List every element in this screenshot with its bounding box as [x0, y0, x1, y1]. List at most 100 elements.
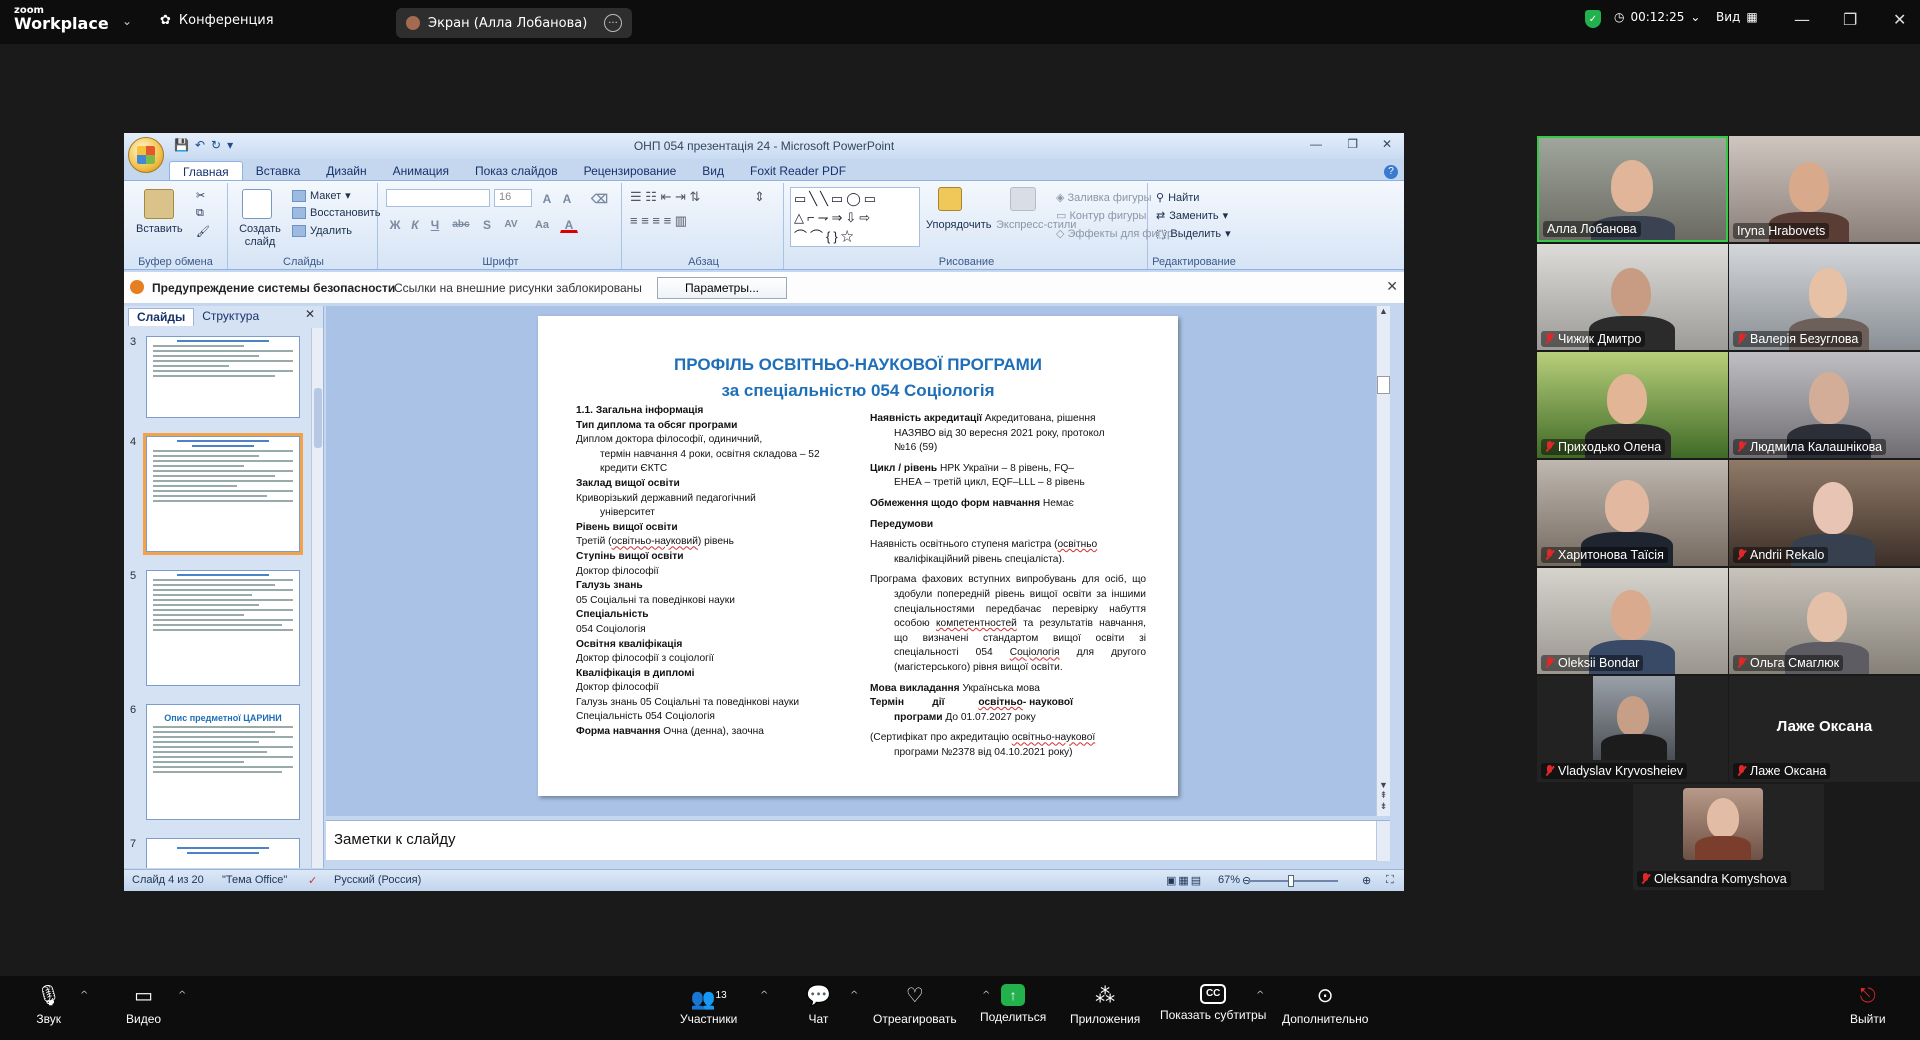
- customize-qat-icon[interactable]: ▾: [227, 138, 233, 152]
- participant-tile[interactable]: Валерія Безуглова: [1729, 244, 1920, 350]
- font-name-box[interactable]: [386, 189, 490, 207]
- select-button[interactable]: ⬚ Выделить ▾: [1156, 227, 1231, 241]
- arrange-button[interactable]: Упорядочить: [926, 219, 991, 231]
- minimize-icon[interactable]: —: [1794, 10, 1810, 29]
- editor-scrollbar[interactable]: ▲ ▼ ⇞ ⇟: [1376, 306, 1390, 816]
- close-pane-icon[interactable]: ✕: [305, 307, 315, 321]
- close-warning-icon[interactable]: ✕: [1386, 278, 1398, 295]
- leave-button[interactable]: ⎋ Выйти: [1850, 984, 1886, 1026]
- ppt-minimize-icon[interactable]: —: [1310, 137, 1322, 151]
- tab-slideshow[interactable]: Показ слайдов: [462, 161, 571, 181]
- office-button[interactable]: [128, 137, 164, 173]
- participant-tile[interactable]: Людмила Калашнікова: [1729, 352, 1920, 458]
- ppt-close-icon[interactable]: ✕: [1382, 137, 1392, 151]
- slide-thumbnail-7[interactable]: [146, 838, 300, 868]
- restore-icon[interactable]: ❐: [1843, 10, 1857, 29]
- share-button[interactable]: ↑ Поделиться: [980, 984, 1046, 1024]
- participant-tile[interactable]: Andrii Rekalo: [1729, 460, 1920, 566]
- participant-tile[interactable]: Oleksandra Komyshova: [1633, 784, 1824, 890]
- copy-icon[interactable]: ⧉: [196, 207, 204, 220]
- slide-thumbnail-5[interactable]: [146, 570, 300, 686]
- spellcheck-icon[interactable]: ✓: [308, 874, 317, 887]
- language[interactable]: Русский (Россия): [334, 874, 421, 886]
- layout-button[interactable]: Макет ▾: [292, 189, 351, 202]
- delete-slide-button[interactable]: Удалить: [292, 225, 352, 237]
- notes-scrollbar[interactable]: [1376, 821, 1390, 861]
- participant-tile[interactable]: Iryna Hrabovets: [1729, 136, 1920, 242]
- find-button[interactable]: ⚲ Найти: [1156, 191, 1199, 205]
- underline-button[interactable]: Ч: [426, 215, 444, 233]
- font-color-button[interactable]: A: [560, 215, 578, 233]
- meeting-timer[interactable]: ◷ 00:12:25 ⌄: [1614, 10, 1700, 24]
- shadow-button[interactable]: S: [478, 215, 496, 233]
- scroll-thumb[interactable]: [314, 388, 322, 448]
- shape-effects-button[interactable]: ◇ Эффекты для фигур: [1056, 227, 1173, 240]
- bold-button[interactable]: Ж: [386, 215, 404, 233]
- spacing-button[interactable]: AV: [498, 215, 524, 233]
- participants-button[interactable]: 👥13 Участники: [680, 984, 737, 1026]
- apps-button[interactable]: ⁂ Приложения: [1070, 984, 1140, 1026]
- participant-tile[interactable]: Лаже Оксана Лаже Оксана: [1729, 676, 1920, 782]
- participant-tile[interactable]: Oleksii Bondar: [1537, 568, 1728, 674]
- notes-pane[interactable]: Заметки к слайду: [326, 820, 1390, 861]
- view-buttons[interactable]: ▣▦▤: [1166, 874, 1203, 887]
- close-icon[interactable]: ✕: [1893, 10, 1906, 29]
- theme-name[interactable]: "Тема Office": [222, 874, 287, 886]
- participant-tile[interactable]: Приходько Олена: [1537, 352, 1728, 458]
- paste-button[interactable]: Вставить: [136, 223, 183, 235]
- text-direction-icon[interactable]: ⇕: [754, 189, 765, 205]
- more-options-icon[interactable]: ···: [604, 14, 622, 32]
- tab-design[interactable]: Дизайн: [313, 161, 379, 181]
- zoom-slider-thumb[interactable]: [1288, 875, 1294, 887]
- encryption-status[interactable]: ✓: [1585, 10, 1601, 28]
- fit-slide-icon[interactable]: ⛶: [1386, 874, 1394, 887]
- slide-thumbnail-4[interactable]: [143, 433, 303, 555]
- format-painter-icon[interactable]: 🖌: [196, 225, 210, 238]
- tab-outline[interactable]: Структура: [194, 308, 267, 326]
- align-icons[interactable]: ≡ ≡ ≡ ≡ ▥: [630, 213, 687, 229]
- ppt-restore-icon[interactable]: ❐: [1347, 137, 1358, 151]
- zoom-in-icon[interactable]: ⊕: [1362, 874, 1371, 887]
- participants-caret[interactable]: ^: [760, 990, 768, 1001]
- clear-format-icon[interactable]: ⌫: [590, 189, 608, 207]
- tab-slides[interactable]: Слайды: [128, 308, 195, 326]
- zoom-level[interactable]: 67%: [1218, 874, 1240, 886]
- cut-icon[interactable]: ✂: [196, 189, 205, 202]
- grow-font-icon[interactable]: A: [538, 189, 556, 207]
- audio-button[interactable]: 🎙 Звук: [36, 984, 61, 1026]
- participant-tile[interactable]: Харитонова Таїсія: [1537, 460, 1728, 566]
- participant-tile[interactable]: Чижик Дмитро: [1537, 244, 1728, 350]
- shape-outline-button[interactable]: ▭ Контур фигуры: [1056, 209, 1156, 222]
- video-button[interactable]: ▭ Видео: [126, 984, 161, 1026]
- options-button[interactable]: Параметры...: [657, 277, 787, 299]
- tab-foxit[interactable]: Foxit Reader PDF: [737, 161, 859, 181]
- tab-home[interactable]: Главная: [169, 161, 243, 181]
- participant-tile[interactable]: Ольга Смаглюк: [1729, 568, 1920, 674]
- undo-icon[interactable]: ↶: [195, 138, 205, 152]
- font-size-box[interactable]: 16: [494, 189, 532, 207]
- thumbs-scrollbar[interactable]: [311, 328, 323, 868]
- participant-tile[interactable]: Vladyslav Kryvosheiev: [1537, 676, 1728, 782]
- chat-caret[interactable]: ^: [850, 990, 858, 1001]
- meeting-info-button[interactable]: ✿ Конференция: [160, 13, 274, 28]
- chevron-down-icon[interactable]: ⌄: [122, 14, 132, 28]
- captions-button[interactable]: CC Показать субтитры: [1160, 984, 1266, 1022]
- audio-options-caret[interactable]: ^: [80, 990, 88, 1001]
- slide-thumbnail-3[interactable]: [146, 336, 300, 418]
- change-case-button[interactable]: Aa: [530, 215, 554, 233]
- tab-animation[interactable]: Анимация: [380, 161, 462, 181]
- more-button[interactable]: ⊙ Дополнительно: [1282, 984, 1368, 1026]
- save-icon[interactable]: 💾: [174, 138, 189, 152]
- shapes-gallery[interactable]: ▭╲╲▭◯▭ △⌐⇁⇒⇩⇨ ⌒⌒{}☆: [790, 187, 920, 247]
- chat-button[interactable]: 💬 Чат: [806, 984, 831, 1026]
- tab-view[interactable]: Вид: [689, 161, 737, 181]
- slide-canvas[interactable]: ПРОФІЛЬ ОСВІТНЬО-НАУКОВОЇ ПРОГРАМИ за сп…: [538, 316, 1178, 796]
- new-slide-button[interactable]: Создать слайд: [236, 223, 284, 249]
- shape-fill-button[interactable]: ◈ Заливка фигуры: [1056, 191, 1156, 204]
- tab-insert[interactable]: Вставка: [243, 161, 314, 181]
- react-button[interactable]: ♡ Отреагировать: [873, 984, 957, 1026]
- help-icon[interactable]: ?: [1384, 165, 1398, 179]
- slide-thumbnail-6[interactable]: Опис предметної ЦАРИНИ: [146, 704, 300, 820]
- screen-share-indicator[interactable]: Экран (Алла Лобанова) ···: [396, 8, 632, 38]
- bullets-icon[interactable]: ☰ ☷ ⇤ ⇥ ⇅: [630, 189, 700, 205]
